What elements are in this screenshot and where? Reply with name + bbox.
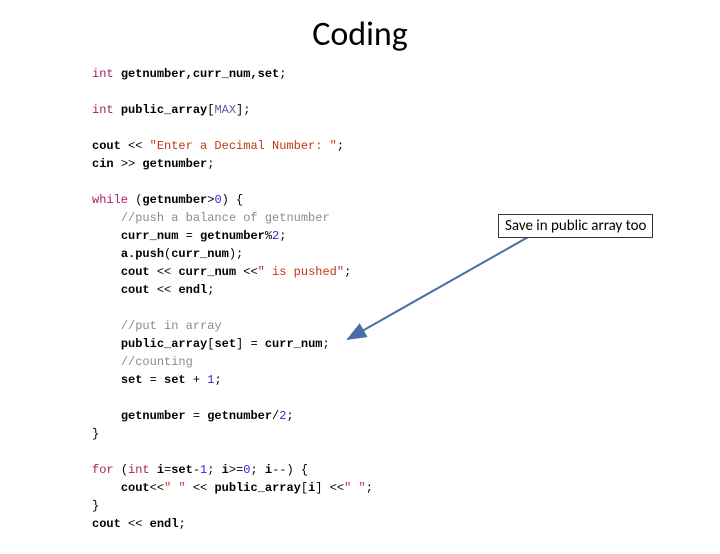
cout: cout bbox=[92, 139, 121, 153]
page-title: Coding bbox=[0, 14, 720, 55]
keyword-while: while bbox=[92, 193, 128, 207]
cin: cin bbox=[92, 157, 114, 171]
comment: //put in array bbox=[121, 319, 222, 333]
var-decl: getnumber,curr_num,set bbox=[121, 67, 279, 81]
comment: //counting bbox=[121, 355, 193, 369]
string-literal: "Enter a Decimal Number: " bbox=[150, 139, 337, 153]
keyword-int: int bbox=[92, 67, 114, 81]
keyword-int: int bbox=[92, 103, 114, 117]
const-max: MAX bbox=[214, 103, 236, 117]
var-array: public_array bbox=[121, 103, 207, 117]
code-block: int getnumber,curr_num,set; int public_a… bbox=[92, 65, 720, 533]
keyword-for: for bbox=[92, 463, 114, 477]
comment: //push a balance of getnumber bbox=[121, 211, 330, 225]
annotation-label: Save in public array too bbox=[498, 214, 653, 238]
